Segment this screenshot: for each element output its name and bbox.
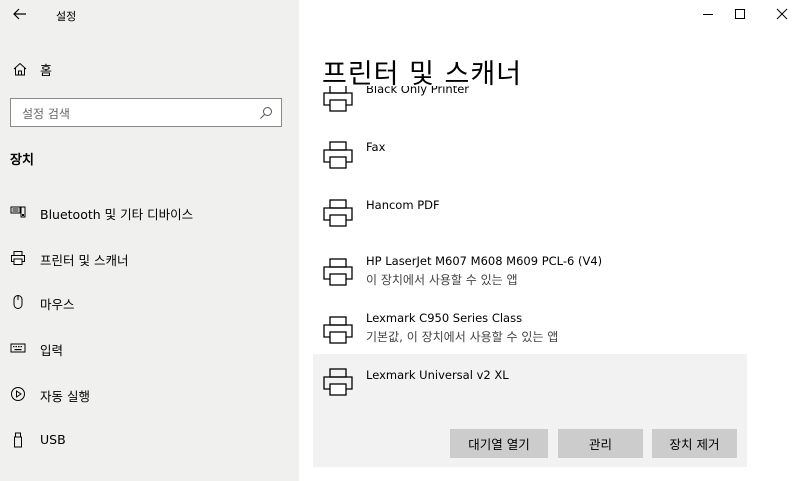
device-list: Black Only Printer Fax Hancom PDF HP Las… [313,86,747,467]
sidebar-item-bluetooth[interactable]: Bluetooth 및 기타 디바이스 [0,192,299,232]
maximize-button[interactable] [720,0,760,28]
search-placeholder: 설정 검색 [22,107,70,121]
sidebar-item-label: 입력 [40,343,64,358]
bluetooth-devices-icon [10,206,26,218]
back-button[interactable] [10,4,30,24]
device-item[interactable]: Hancom PDF [313,184,747,242]
device-subtitle: 이 장치에서 사용할 수 있는 앱 [366,273,518,287]
sidebar-item-autoplay[interactable]: 자동 실행 [0,374,299,414]
close-icon [776,8,788,20]
sidebar-item-label: Bluetooth 및 기타 디바이스 [40,207,194,222]
usb-icon [14,432,22,448]
mouse-icon [13,295,23,309]
device-item[interactable]: Fax [313,126,747,184]
section-title-devices: 장치 [10,153,34,168]
sidebar-item-label: 프린터 및 스캐너 [40,253,129,268]
sidebar-item-mouse[interactable]: 마우스 [0,282,299,322]
device-name: Fax [366,140,386,154]
window-title: 설정 [56,10,77,23]
sidebar-item-label: USB [40,432,66,447]
home-label: 홈 [40,63,52,79]
printer-icon [323,368,353,396]
printer-icon [323,86,353,112]
remove-device-button[interactable]: 장치 제거 [652,429,737,458]
printer-icon [323,258,353,286]
maximize-icon [735,9,745,19]
device-name: Lexmark C950 Series Class [366,311,523,325]
sidebar-item-usb[interactable]: USB [0,420,299,460]
close-button[interactable] [762,0,800,28]
sidebar-item-input[interactable]: 입력 [0,328,299,368]
device-name: Lexmark Universal v2 XL [366,368,509,382]
device-item[interactable]: Lexmark C950 Series Class 기본값, 이 장치에서 사용… [313,300,747,358]
search-icon [260,107,272,119]
device-name: Black Only Printer [366,86,470,96]
sidebar-item-label: 자동 실행 [40,389,90,404]
sidebar: 설정 홈 설정 검색 장치 Bluetooth 및 기타 디바이스 프린터 및 [0,0,299,481]
open-queue-button[interactable]: 대기열 열기 [450,429,548,458]
keyboard-icon [10,343,26,353]
manage-button[interactable]: 관리 [558,429,643,458]
printer-icon [11,251,25,265]
device-name: Hancom PDF [366,198,440,212]
device-item[interactable]: Black Only Printer [313,86,747,120]
device-name: HP LaserJet M607 M608 M609 PCL-6 (V4) [366,254,603,268]
device-item[interactable]: HP LaserJet M607 M608 M609 PCL-6 (V4) 이 … [313,242,747,300]
printer-icon [323,316,353,344]
home-link[interactable]: 홈 [12,58,52,80]
printer-icon [323,199,353,227]
sidebar-item-printers[interactable]: 프린터 및 스캐너 [0,238,299,278]
autoplay-icon [11,387,25,401]
sidebar-item-label: 마우스 [40,297,75,312]
home-icon [13,62,27,76]
back-arrow-icon [13,8,26,20]
settings-search-input[interactable]: 설정 검색 [10,98,282,127]
device-subtitle: 기본값, 이 장치에서 사용할 수 있는 앱 [366,330,559,344]
printer-icon [323,141,353,169]
